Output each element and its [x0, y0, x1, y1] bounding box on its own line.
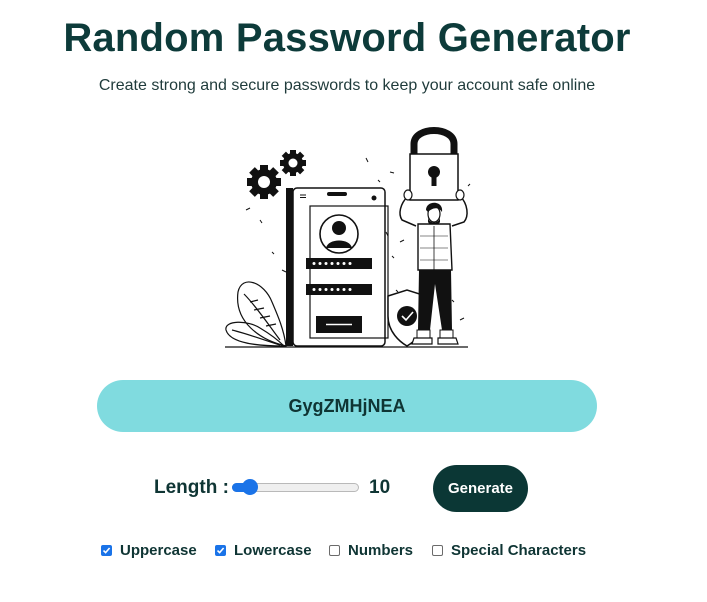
- option-label: Uppercase: [120, 541, 197, 559]
- option-special-characters[interactable]: Special Characters: [432, 541, 586, 559]
- length-slider[interactable]: [232, 479, 359, 495]
- page-subtitle: Create strong and secure passwords to ke…: [98, 77, 596, 94]
- password-display[interactable]: GygZMHjNEA: [97, 380, 597, 432]
- slider-thumb[interactable]: [242, 479, 258, 495]
- length-value: 10: [369, 477, 391, 498]
- numbers-checkbox[interactable]: [329, 544, 340, 556]
- generate-button[interactable]: Generate: [433, 465, 528, 512]
- lock-icon: [409, 127, 459, 201]
- length-label: Length :: [154, 477, 229, 498]
- option-label: Lowercase: [234, 541, 312, 559]
- security-illustration: [225, 127, 471, 348]
- option-lowercase[interactable]: Lowercase: [215, 541, 312, 559]
- option-numbers[interactable]: Numbers: [329, 541, 413, 559]
- page-title: Random Password Generator: [63, 16, 631, 60]
- lowercase-checkbox[interactable]: [215, 544, 226, 556]
- option-label: Numbers: [348, 541, 414, 559]
- option-label: Special Characters: [451, 541, 587, 559]
- uppercase-checkbox[interactable]: [101, 544, 112, 556]
- phone-icon: [286, 187, 389, 347]
- special-characters-checkbox[interactable]: [432, 544, 443, 556]
- option-uppercase[interactable]: Uppercase: [101, 541, 197, 559]
